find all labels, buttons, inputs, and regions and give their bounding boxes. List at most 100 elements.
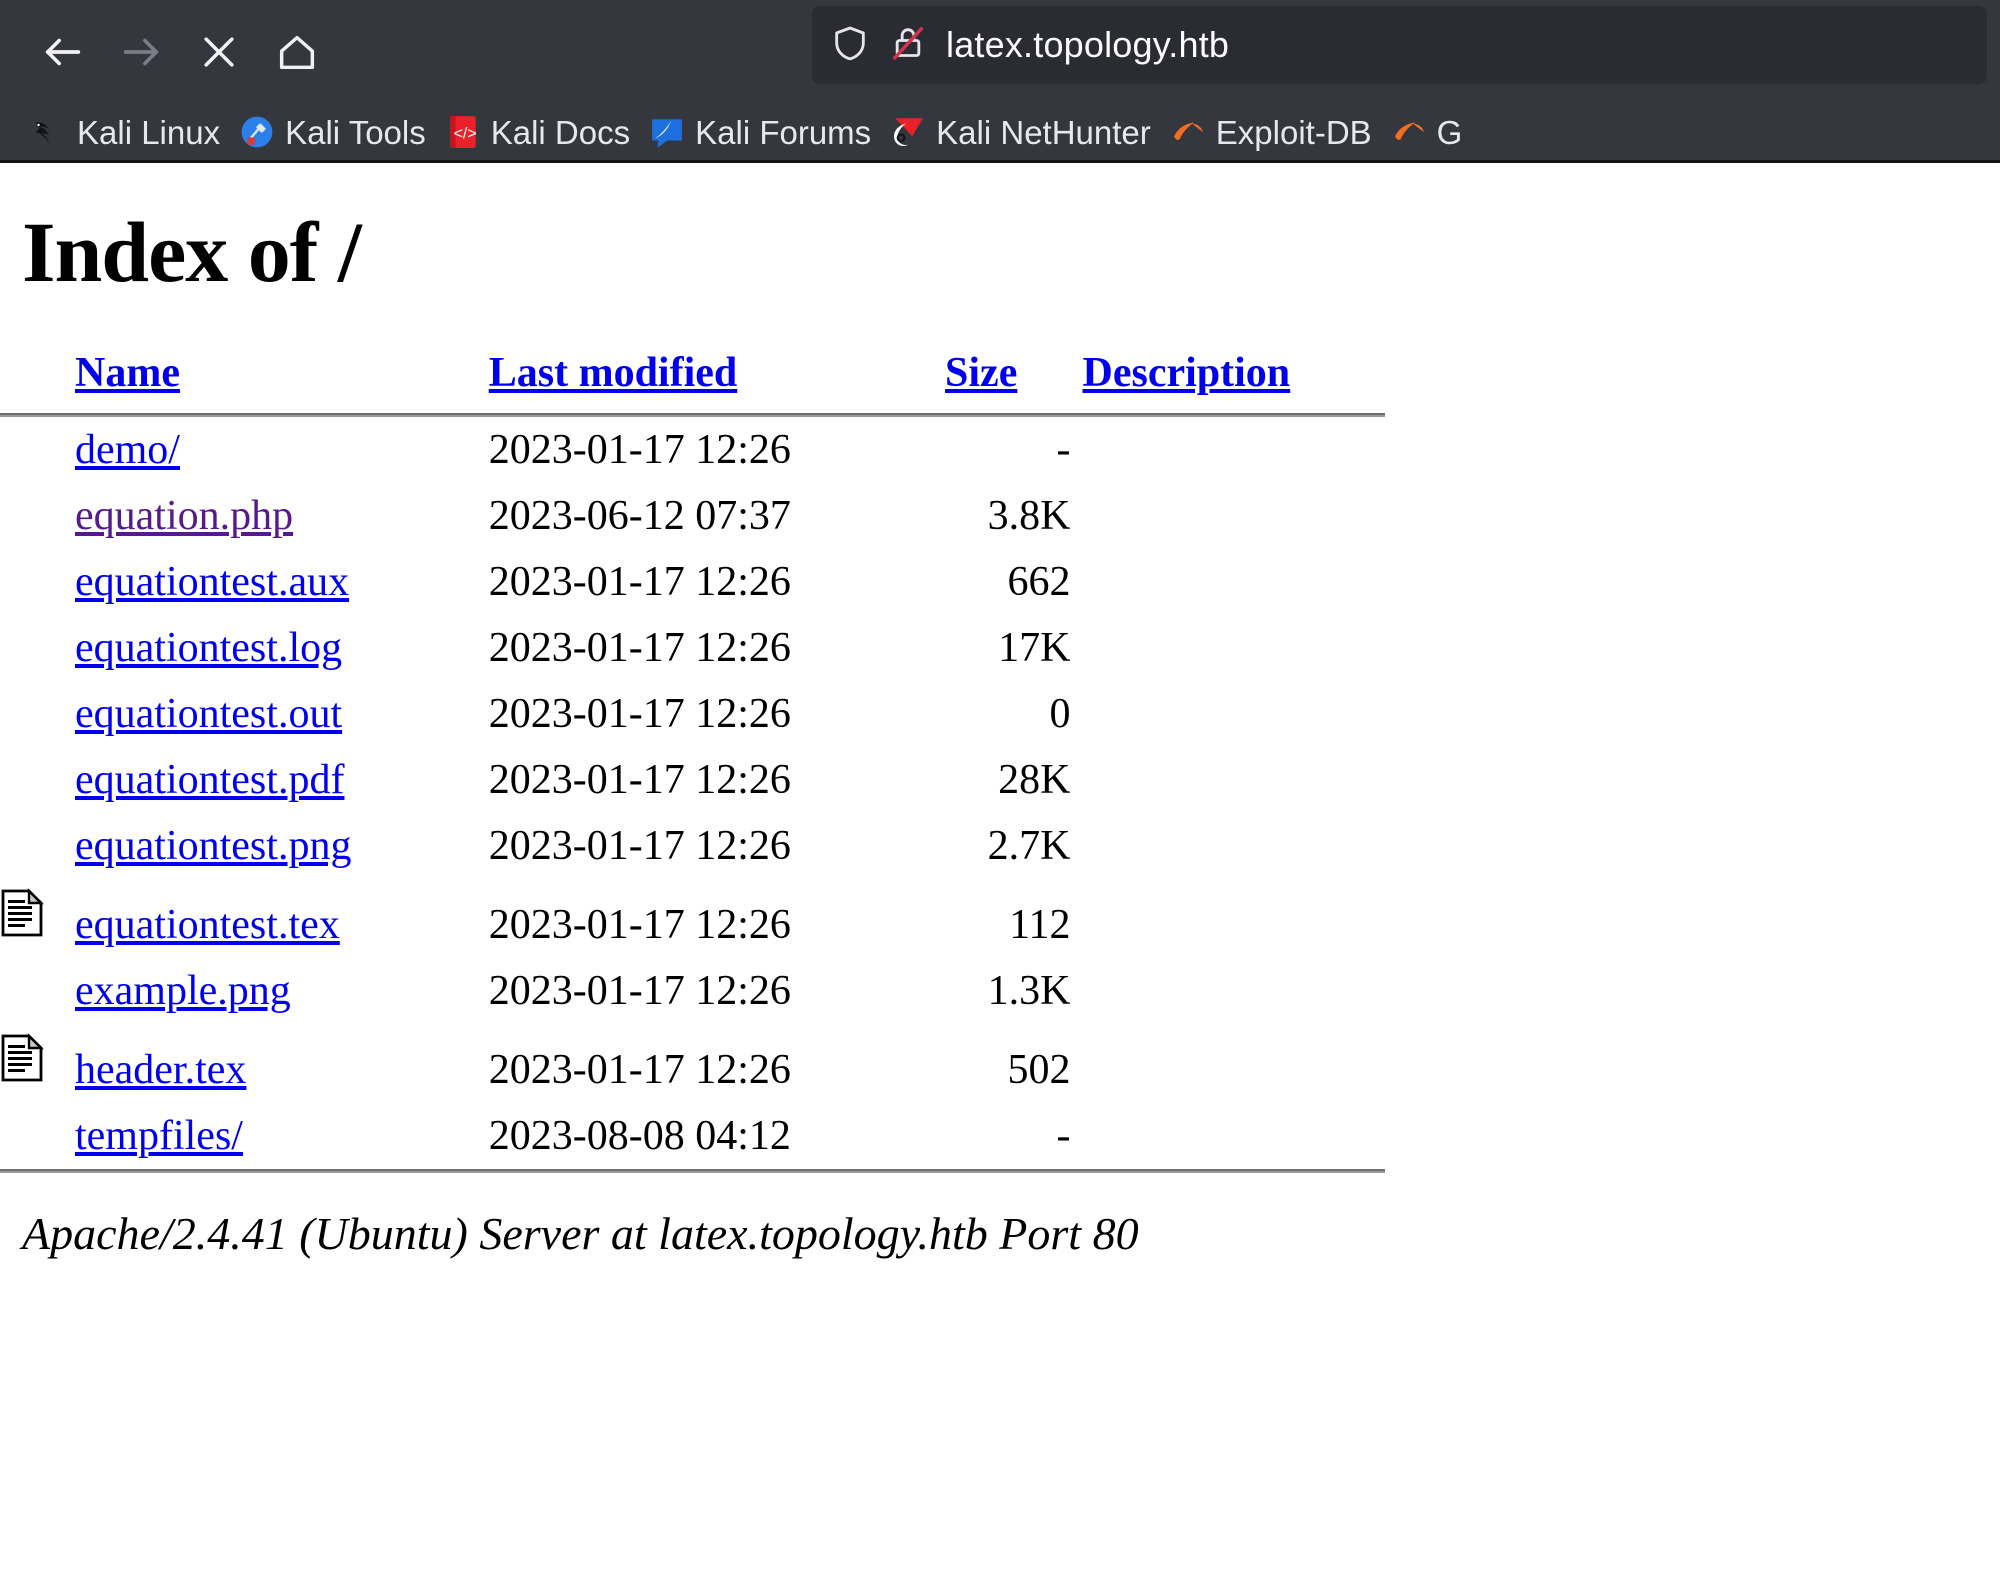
url-text: latex.topology.htb [946, 24, 1230, 65]
row-icon-empty [0, 549, 75, 615]
browser-chrome: latex.topology.htb Kali Linux Kali Tools [0, 0, 2000, 163]
file-link[interactable]: demo/ [75, 427, 180, 473]
exploit-db-icon [1171, 115, 1205, 149]
cell-name: equationtest.png [75, 813, 471, 879]
file-link[interactable]: equationtest.log [75, 625, 342, 671]
cell-last-modified: 2023-01-17 12:26 [488, 559, 791, 605]
stop-button[interactable] [180, 13, 258, 91]
table-row: equationtest.tex 2023-01-17 12:26 112 [0, 879, 1385, 958]
row-icon-empty [0, 813, 75, 879]
table-row: header.tex 2023-01-17 12:26 502 [0, 1024, 1385, 1103]
cell-description [1071, 1024, 1385, 1103]
cell-name: demo/ [75, 417, 471, 483]
google-hacking-db-icon [1392, 115, 1426, 149]
cell-last-modified: 2023-01-17 12:26 [488, 427, 791, 473]
stop-x-icon [197, 30, 241, 74]
cell-last-modified: 2023-06-12 07:37 [488, 493, 791, 539]
row-icon-empty [0, 615, 75, 681]
sort-by-last-modified-link[interactable]: Last modified [489, 350, 738, 396]
footer-rule-row [0, 1169, 1385, 1173]
bookmark-kali-tools[interactable]: Kali Tools [234, 111, 440, 153]
bookmark-label: Kali Docs [490, 113, 631, 151]
horizontal-rule [0, 1169, 1385, 1173]
sort-by-description-link[interactable]: Description [1083, 350, 1291, 396]
cell-last-modified: 2023-01-17 12:26 [488, 968, 791, 1014]
table-row: equationtest.log 2023-01-17 12:26 17K [0, 615, 1385, 681]
cell-description [1071, 615, 1385, 681]
back-arrow-icon [40, 29, 86, 75]
cell-name: example.png [75, 958, 471, 1024]
file-link[interactable]: equationtest.png [75, 823, 351, 869]
cell-last-modified: 2023-01-17 12:26 [488, 902, 791, 948]
cell-last-modified: 2023-01-17 12:26 [488, 1047, 791, 1093]
cell-size: 0 [1049, 691, 1071, 737]
file-link[interactable]: tempfiles/ [75, 1113, 243, 1159]
navigation-toolbar: latex.topology.htb [0, 0, 2000, 104]
bookmark-kali-docs[interactable]: </> Kali Docs [440, 111, 644, 153]
table-row: tempfiles/2023-08-08 04:12 - [0, 1103, 1385, 1169]
cell-description [1071, 417, 1385, 483]
bookmark-google-hacking-db[interactable]: G [1386, 111, 1477, 153]
back-button[interactable] [24, 13, 102, 91]
cell-name: equationtest.log [75, 615, 471, 681]
cell-size: 502 [1007, 1047, 1071, 1093]
cell-size: 2.7K [987, 823, 1071, 869]
cell-size: 662 [1007, 559, 1071, 605]
directory-listing-table: Name Last modified Size Description demo… [0, 349, 1385, 1173]
table-row: equationtest.out 2023-01-17 12:26 0 [0, 681, 1385, 747]
sort-by-name-link[interactable]: Name [75, 350, 180, 396]
row-icon-empty [0, 417, 75, 483]
column-header-icon [0, 349, 75, 413]
row-icon-empty [0, 483, 75, 549]
cell-description [1071, 813, 1385, 879]
cell-last-modified: 2023-01-17 12:26 [488, 823, 791, 869]
file-link[interactable]: header.tex [75, 1047, 246, 1093]
bookmark-kali-linux[interactable]: Kali Linux [26, 111, 234, 153]
bookmark-kali-forums[interactable]: Kali Forums [644, 111, 885, 153]
row-icon-empty [0, 747, 75, 813]
address-bar[interactable]: latex.topology.htb [812, 6, 1987, 84]
page-title: Index of / [22, 204, 362, 300]
cell-description [1071, 1103, 1385, 1169]
kali-forums-icon [650, 115, 684, 149]
bookmark-kali-nethunter[interactable]: Kali NetHunter [885, 111, 1165, 153]
file-link[interactable]: equationtest.aux [75, 559, 349, 605]
cell-description [1071, 549, 1385, 615]
cell-size: 3.8K [987, 493, 1071, 539]
bookmark-label: Exploit-DB [1215, 113, 1372, 151]
table-row: example.png 2023-01-17 12:26 1.3K [0, 958, 1385, 1024]
cell-last-modified: 2023-01-17 12:26 [488, 691, 791, 737]
cell-name: equationtest.out [75, 681, 471, 747]
cell-size: 17K [998, 625, 1071, 671]
file-link[interactable]: equationtest.pdf [75, 757, 344, 803]
apache-directory-index-page: Index of / Name Last modified Size Descr… [0, 163, 2000, 1578]
directory-listing-body: demo/2023-01-17 12:26 - equation.php 2023-0… [0, 417, 1385, 1169]
cell-name: header.tex [75, 1024, 471, 1103]
row-icon-empty [0, 958, 75, 1024]
home-button[interactable] [258, 13, 336, 91]
shield-icon[interactable] [830, 23, 870, 68]
cell-description [1071, 958, 1385, 1024]
cell-last-modified: 2023-01-17 12:26 [488, 757, 791, 803]
cell-description [1071, 879, 1385, 958]
file-link[interactable]: equation.php [75, 493, 293, 539]
file-link[interactable]: example.png [75, 968, 291, 1014]
cell-size: - [1056, 427, 1071, 473]
bookmark-label: Kali NetHunter [936, 113, 1151, 151]
cell-description [1071, 681, 1385, 747]
cell-size: 28K [998, 757, 1071, 803]
row-icon-empty [0, 1103, 75, 1169]
bookmarks-toolbar: Kali Linux Kali Tools </> Kali Docs Kali… [0, 104, 2000, 160]
bookmark-exploit-db[interactable]: Exploit-DB [1165, 111, 1386, 153]
column-header-size: Size [929, 349, 1070, 413]
forward-button[interactable] [102, 13, 180, 91]
sort-by-size-link[interactable]: Size [945, 350, 1017, 396]
footer-divider-cell [0, 1169, 1385, 1173]
table-row: equationtest.png 2023-01-17 12:26 2.7K [0, 813, 1385, 879]
cell-name: equation.php [75, 483, 471, 549]
insecure-lock-crossed-icon[interactable] [888, 23, 928, 68]
cell-description [1071, 747, 1385, 813]
file-link[interactable]: equationtest.out [75, 691, 342, 737]
file-link[interactable]: equationtest.tex [75, 902, 340, 948]
table-row: equation.php 2023-06-12 07:37 3.8K [0, 483, 1385, 549]
